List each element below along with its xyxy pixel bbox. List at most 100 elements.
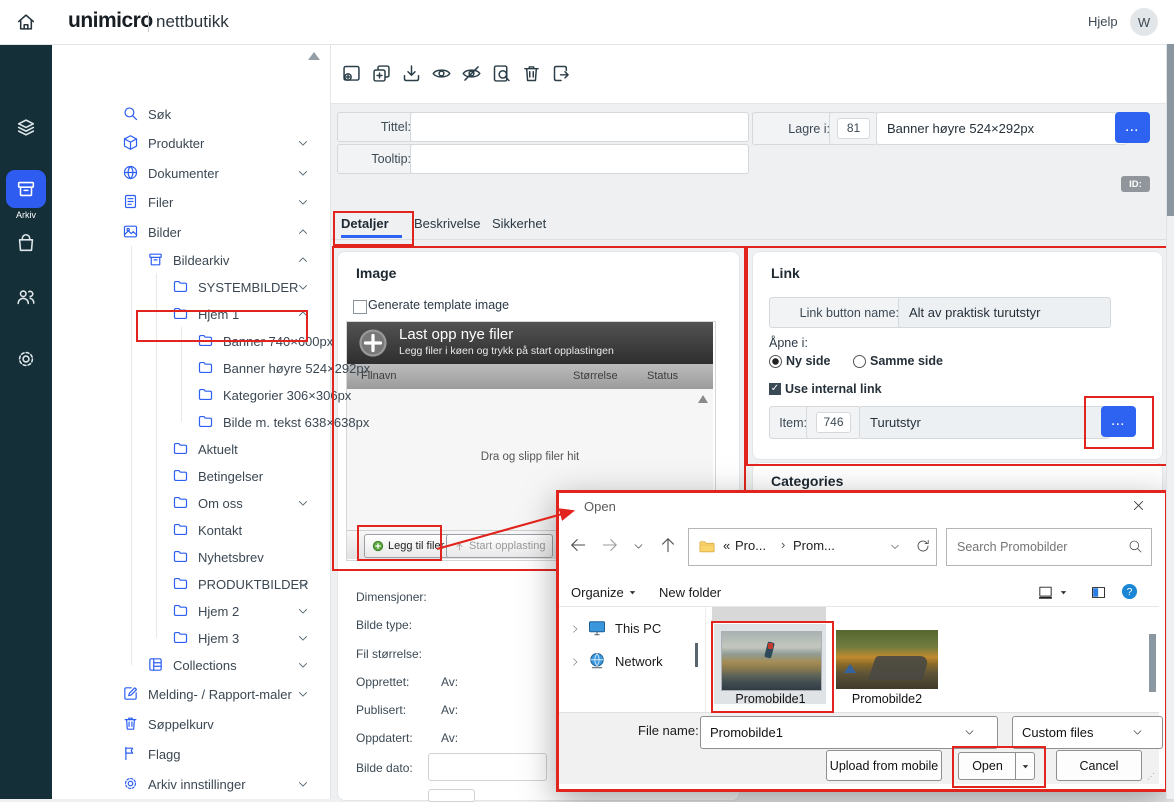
download-icon[interactable] (401, 63, 422, 84)
open-button[interactable]: Open (958, 752, 1016, 780)
bilde-dato-input[interactable] (428, 753, 547, 781)
upload-from-mobile-button[interactable]: Upload from mobile (826, 750, 942, 781)
eye-off-icon[interactable] (461, 63, 482, 84)
nav-item-sok[interactable]: Søk (52, 101, 330, 127)
open-button-split[interactable] (1015, 752, 1035, 780)
partial-input[interactable] (428, 789, 475, 802)
page-scrollbar-thumb[interactable] (1167, 44, 1174, 216)
tooltip-input[interactable] (410, 144, 749, 174)
address-dropdown-icon[interactable] (889, 541, 901, 553)
file-thumbnail-promobilde2[interactable] (836, 630, 938, 689)
tab-beskrivelse[interactable]: Beskrivelse (414, 216, 480, 231)
avatar[interactable]: W (1130, 8, 1158, 36)
file-label-promobilde2[interactable]: Promobilde2 (836, 692, 938, 706)
chevron-down-icon[interactable] (296, 777, 310, 791)
duplicate-icon[interactable] (371, 63, 392, 84)
cancel-button[interactable]: Cancel (1056, 750, 1142, 781)
nav-item-bilde-m-tekst-638-638px[interactable]: Bilde m. tekst 638×638px (52, 409, 330, 435)
tab-detaljer[interactable]: Detaljer (341, 216, 389, 231)
nav-item-banner-740-600px[interactable]: Banner 740×600px (52, 328, 330, 354)
chevron-down-icon[interactable] (296, 136, 310, 150)
chevron-down-icon[interactable] (296, 496, 310, 510)
chevron-up-icon[interactable] (296, 253, 310, 267)
chevron-down-icon[interactable] (296, 195, 310, 209)
chevron-up-icon[interactable] (296, 225, 310, 239)
move-out-icon[interactable] (551, 63, 572, 84)
up-icon[interactable] (658, 535, 678, 555)
nav-item-produktbilder[interactable]: PRODUKTBILDER (52, 571, 330, 597)
users-icon[interactable] (15, 286, 37, 308)
tab-sikkerhet[interactable]: Sikkerhet (492, 216, 546, 231)
file-name-combobox[interactable]: Promobilde1 (700, 716, 998, 749)
generate-template-checkbox[interactable] (353, 300, 367, 314)
search-input[interactable] (955, 536, 1119, 558)
chevron-down-icon[interactable] (296, 166, 310, 180)
address-bar[interactable]: « Pro... › Prom... (688, 528, 937, 566)
nav-item-om-oss[interactable]: Om oss (52, 490, 330, 516)
chevron-down-icon[interactable] (296, 687, 310, 701)
add-files-button[interactable]: Legg til filer (364, 534, 452, 558)
nav-item-bildearkiv[interactable]: Bildearkiv (52, 247, 330, 273)
help-link[interactable]: Hjelp (1088, 14, 1118, 29)
tittel-input[interactable] (410, 112, 749, 142)
nav-item-hjem-2[interactable]: Hjem 2 (52, 598, 330, 624)
item-field[interactable]: Turutstyr (859, 406, 1110, 439)
nav-item-produkter[interactable]: Produkter (52, 130, 330, 156)
refresh-icon[interactable] (915, 538, 931, 554)
forward-icon[interactable] (600, 535, 620, 555)
archive-rail-button[interactable] (6, 170, 46, 208)
save-in-input[interactable]: Banner høyre 524×292px (876, 112, 1127, 145)
chevron-up-icon[interactable] (296, 307, 310, 321)
file-thumbnail-promobilde1[interactable] (721, 631, 822, 691)
chevron-down-icon[interactable] (296, 604, 310, 618)
settings-icon[interactable] (15, 348, 37, 370)
preview-search-icon[interactable] (491, 63, 512, 84)
tree-network[interactable]: Network (615, 654, 663, 669)
dialog-scrollbar[interactable] (1149, 634, 1156, 692)
chevron-down-icon[interactable] (296, 577, 310, 591)
eye-icon[interactable] (431, 63, 452, 84)
nav-item-kontakt[interactable]: Kontakt (52, 517, 330, 543)
radio-samme-side[interactable] (853, 355, 866, 368)
nav-item-systembilder[interactable]: SYSTEMBILDER (52, 274, 330, 300)
file-label-promobilde1[interactable]: Promobilde1 (721, 692, 820, 706)
expander-icon[interactable] (569, 623, 581, 635)
nav-item-collections[interactable]: Collections (52, 652, 330, 678)
scroll-up-icon[interactable] (698, 395, 708, 403)
back-icon[interactable] (568, 535, 588, 555)
nav-item-banner-hoyre-524-292px[interactable]: Banner høyre 524×292px (52, 355, 330, 381)
start-upload-button[interactable]: Start opplasting (446, 534, 553, 558)
nav-item-hjem-1[interactable]: Hjem 1 (52, 301, 330, 327)
recent-locations-icon[interactable] (632, 540, 645, 553)
nav-item-hjem-3[interactable]: Hjem 3 (52, 625, 330, 651)
breadcrumb-item[interactable]: Prom... (793, 538, 835, 553)
nav-item-soppelkurv[interactable]: Søppelkurv (52, 711, 330, 737)
radio-ny-side[interactable] (769, 355, 782, 368)
internal-link-checkbox[interactable]: ✓ (769, 383, 781, 395)
trash-icon[interactable] (521, 63, 542, 84)
tree-this-pc[interactable]: This PC (615, 621, 661, 636)
nav-item-flagg[interactable]: Flagg (52, 741, 330, 767)
add-image-icon[interactable] (341, 63, 362, 84)
nav-item-nyhetsbrev[interactable]: Nyhetsbrev (52, 544, 330, 570)
search-box[interactable] (946, 528, 1152, 566)
nav-item-dokumenter[interactable]: Dokumenter (52, 160, 330, 186)
organize-button[interactable]: Organize (571, 585, 638, 600)
nav-item-betingelser[interactable]: Betingelser (52, 463, 330, 489)
close-icon[interactable] (1131, 498, 1146, 513)
file-type-select[interactable]: Custom files (1012, 716, 1163, 749)
chevron-down-icon[interactable] (296, 280, 310, 294)
nav-item-melding-rapport-maler[interactable]: Melding- / Rapport-maler (52, 681, 330, 707)
resize-grip[interactable]: ⋰ (1147, 773, 1155, 781)
pane-resize-handle[interactable] (695, 643, 698, 667)
layers-icon[interactable] (15, 116, 37, 138)
chevron-down-icon[interactable] (296, 658, 310, 672)
nav-item-arkiv-innstillinger[interactable]: Arkiv innstillinger (52, 771, 330, 797)
shopping-bag-icon[interactable] (15, 232, 37, 254)
new-folder-button[interactable]: New folder (659, 585, 721, 600)
chevron-down-icon[interactable] (296, 631, 310, 645)
breadcrumb-item[interactable]: Pro... (735, 538, 766, 553)
link-name-field[interactable]: Alt av praktisk turutstyr (898, 297, 1111, 328)
nav-item-kategorier-306-306px[interactable]: Kategorier 306×306px (52, 382, 330, 408)
browse-folder-button[interactable]: ... (1115, 112, 1150, 143)
